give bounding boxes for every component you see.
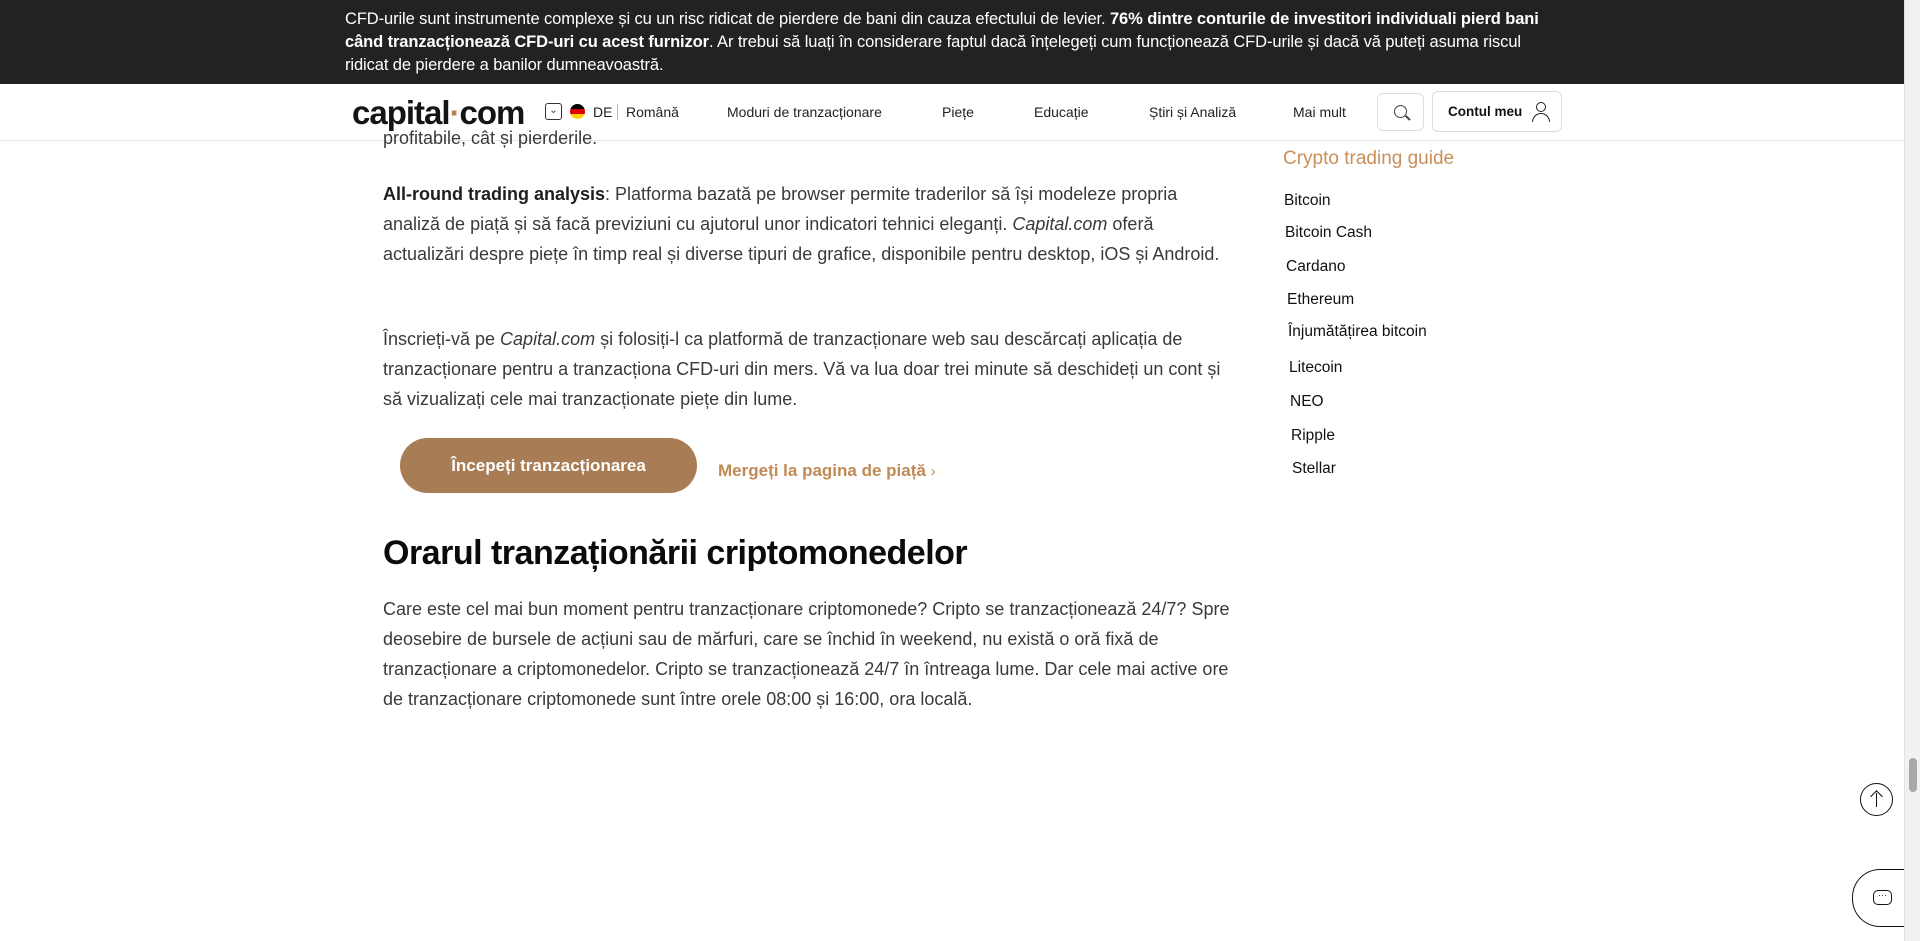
language-selector[interactable]: Română <box>626 104 679 120</box>
sidebar-item-litecoin[interactable]: Litecoin <box>1289 359 1342 377</box>
sidebar-item-stellar[interactable]: Stellar <box>1292 460 1336 478</box>
clipped-text-line: profitabile, cât și pierderile. <box>383 128 598 148</box>
scrollbar-thumb[interactable] <box>1909 758 1917 792</box>
trading-hours-paragraph: Care este cel mai bun moment pentru tran… <box>383 599 1230 709</box>
capital-com-logo[interactable]: capital·com <box>352 94 525 132</box>
start-trading-button[interactable]: Începeți tranzacționarea <box>400 438 697 493</box>
germany-flag-icon[interactable] <box>570 104 585 119</box>
nav-news-analysis[interactable]: Știri și Analiză <box>1149 104 1236 120</box>
risk-warning-banner: CFD-urile sunt instrumente complexe și c… <box>0 0 1904 84</box>
sidebar-item-neo[interactable]: NEO <box>1290 393 1324 411</box>
chevron-right-icon: › <box>930 463 936 480</box>
site-header: capital·com ⌄ DE Română Moduri de tranza… <box>0 84 1904 141</box>
nav-markets[interactable]: Piețe <box>942 104 974 120</box>
nav-more[interactable]: Mai mult <box>1293 104 1346 120</box>
my-account-label: Contul meu <box>1448 104 1523 119</box>
language-divider <box>617 104 618 120</box>
trading-analysis-paragraph: All-round trading analysis: Platforma ba… <box>383 184 1220 264</box>
sidebar-item-bitcoin-cash[interactable]: Bitcoin Cash <box>1285 224 1372 242</box>
sidebar-item-bitcoin[interactable]: Bitcoin <box>1284 192 1331 210</box>
market-page-link[interactable]: Mergeți la pagina de piață › <box>718 461 936 481</box>
my-account-button[interactable]: Contul meu <box>1432 91 1562 132</box>
page-scrollbar[interactable] <box>1904 0 1920 941</box>
sidebar-item-ripple[interactable]: Ripple <box>1291 427 1335 445</box>
search-button[interactable] <box>1377 93 1424 131</box>
chevron-down-icon[interactable]: ⌄ <box>545 103 562 120</box>
risk-warning-text: CFD-urile sunt instrumente complexe și c… <box>345 10 1539 74</box>
sidebar-item-ethereum[interactable]: Ethereum <box>1287 291 1354 309</box>
region-code[interactable]: DE <box>593 104 612 120</box>
section-heading: Orarul tranzaționării criptomonedelor <box>383 534 968 572</box>
sidebar-title: Crypto trading guide <box>1283 148 1455 169</box>
nav-trading-modes[interactable]: Moduri de tranzacționare <box>727 104 882 120</box>
nav-education[interactable]: Educație <box>1034 104 1088 120</box>
scroll-to-top-button[interactable] <box>1860 783 1893 816</box>
chat-button[interactable]: ··· <box>1852 869 1912 927</box>
chat-bubble-icon: ··· <box>1873 890 1892 905</box>
sidebar-item-bitcoin-halving[interactable]: Înjumătățirea bitcoin <box>1288 323 1427 341</box>
sidebar-item-cardano[interactable]: Cardano <box>1286 258 1345 276</box>
signup-paragraph: Înscrieți-vă pe Capital.com și folosiți-… <box>383 329 1221 409</box>
